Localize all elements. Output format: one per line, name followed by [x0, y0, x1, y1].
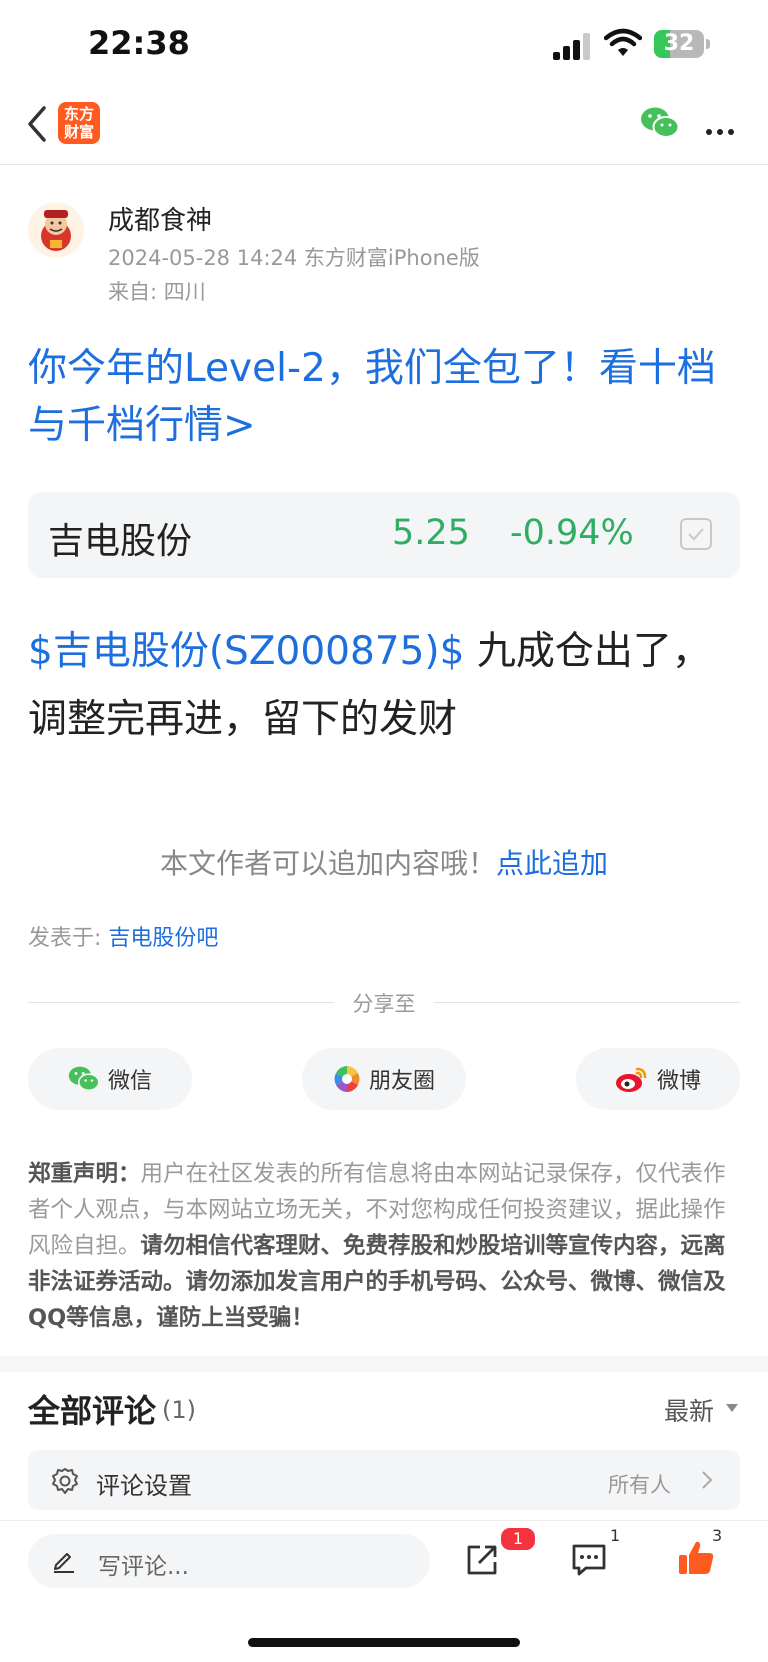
write-comment-input[interactable] [28, 1534, 430, 1588]
share-moments-button[interactable]: 朋友圈 [302, 1048, 466, 1110]
add-watchlist-checkbox[interactable] [680, 518, 712, 550]
share-weibo-button[interactable]: 微博 [576, 1048, 740, 1110]
append-hint: 本文作者可以追加内容哦！点此追加 [0, 842, 768, 882]
share-title: 分享至 [352, 992, 416, 1016]
post-content: $吉电股份(SZ000875)$ 九成仓出了，调整完再进，留下的发财 [28, 618, 740, 754]
moments-icon [333, 1065, 361, 1093]
append-hint-text: 本文作者可以追加内容哦！ [159, 847, 496, 880]
section-gap [0, 1356, 768, 1372]
share-weibo-label: 微博 [656, 1069, 701, 1094]
post-location: 来自: 四川 [108, 280, 206, 304]
comment-icon[interactable] [570, 1542, 608, 1582]
battery-tip [706, 39, 710, 49]
share-moments-label: 朋友圈 [368, 1069, 435, 1094]
pencil-icon [50, 1546, 78, 1578]
post-meta: 2024-05-28 14:24 东方财富iPhone版 [108, 246, 480, 270]
logo-line-1: 东方 [63, 105, 94, 123]
share-divider-right [434, 1002, 740, 1003]
level2-promo-link[interactable]: 你今年的Level-2，我们全包了！看十档与千档行情> [28, 340, 738, 454]
weibo-icon [615, 1065, 649, 1093]
share-wechat-label: 微信 [107, 1069, 152, 1094]
home-indicator[interactable] [248, 1638, 520, 1647]
disclaimer: 郑重声明：用户在社区发表的所有信息将由本网站记录保存，仅代表作者个人观点，与本网… [28, 1156, 740, 1336]
battery-level: 32 [663, 31, 695, 56]
stock-tag-link[interactable]: $吉电股份(SZ000875)$ [28, 629, 464, 674]
more-options-icon[interactable] [706, 120, 739, 139]
battery-icon: 32 [654, 30, 704, 58]
status-time: 22:38 [88, 24, 190, 62]
stock-name: 吉电股份 [48, 521, 193, 562]
append-link[interactable]: 点此追加 [496, 847, 608, 880]
like-count: 3 [712, 1526, 723, 1545]
disclaimer-title: 郑重声明： [28, 1161, 141, 1187]
posted-in: 发表于: 吉电股份吧 [28, 920, 218, 952]
nav-divider [0, 164, 768, 165]
comments-title: 全部评论 [28, 1392, 157, 1430]
comment-settings-value: 所有人 [608, 1473, 671, 1497]
logo-line-2: 财富 [63, 123, 94, 141]
gear-icon [50, 1466, 80, 1500]
chevron-right-icon [700, 1468, 714, 1496]
sort-dropdown[interactable]: 最新 [664, 1392, 714, 1428]
wechat-share-icon[interactable] [640, 106, 680, 144]
back-chevron-icon[interactable] [22, 104, 52, 144]
share-wechat-button[interactable]: 微信 [28, 1048, 192, 1110]
write-comment-placeholder: 写评论... [98, 1554, 189, 1580]
share-icon[interactable] [464, 1542, 500, 1582]
comment-settings-label: 评论设置 [96, 1472, 192, 1500]
cellular-signal-icon [553, 30, 593, 60]
wechat-icon [68, 1065, 100, 1093]
share-divider-left [28, 1002, 334, 1003]
eastmoney-logo[interactable]: 东方 财富 [58, 102, 100, 144]
avatar[interactable] [28, 202, 84, 258]
forum-link[interactable]: 吉电股份吧 [108, 926, 218, 951]
thumbs-up-icon[interactable] [676, 1538, 716, 1582]
stock-price: 5.25 [392, 513, 470, 553]
bottom-bar-divider [0, 1520, 768, 1521]
comments-count: (1) [162, 1396, 196, 1424]
wifi-icon [603, 28, 643, 62]
stock-change: -0.94% [510, 513, 634, 553]
sort-arrow-down-icon[interactable] [726, 1404, 738, 1412]
author-name[interactable]: 成都食神 [108, 200, 212, 237]
share-badge: 1 [499, 1526, 537, 1552]
comment-count: 1 [610, 1526, 621, 1545]
posted-in-label: 发表于: [28, 926, 109, 951]
